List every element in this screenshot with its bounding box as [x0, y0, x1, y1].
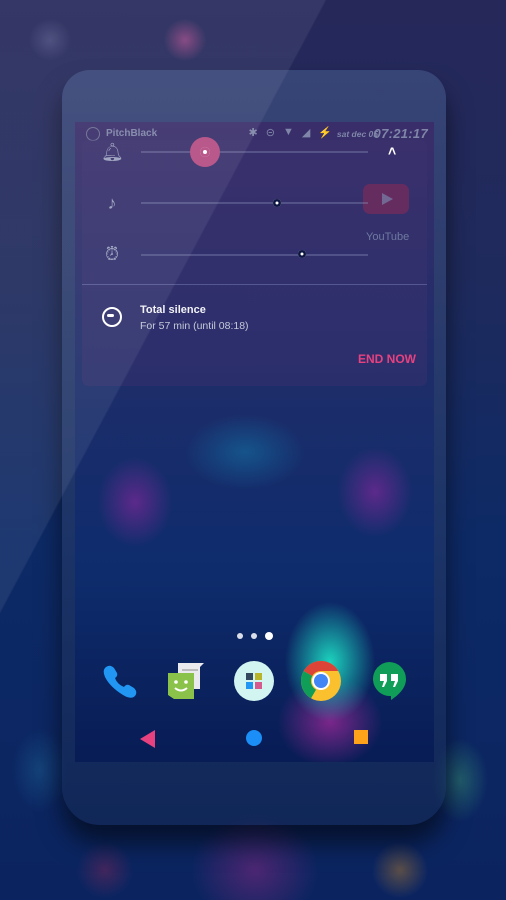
battery-charging-icon: ⚡: [318, 127, 332, 139]
page-indicator: [237, 632, 273, 640]
dnd-title: Total silence: [140, 304, 206, 316]
alarm-clock-icon: ⏰︎: [104, 244, 120, 264]
youtube-label: YouTube: [366, 231, 410, 243]
phone-icon[interactable]: [100, 661, 140, 701]
recents-button[interactable]: [354, 730, 368, 744]
ringer-slider-thumb[interactable]: [199, 147, 210, 157]
dnd-subtitle: For 57 min (until 08:18): [140, 320, 249, 332]
home-button[interactable]: [246, 730, 262, 746]
page-dot-current: [265, 632, 273, 640]
ringer-volume-slider[interactable]: [141, 151, 368, 153]
volume-panel: [82, 140, 427, 386]
alarm-volume-slider[interactable]: [141, 254, 368, 256]
do-not-disturb-icon: ⊝: [265, 127, 275, 139]
no-signal-icon: ◢: [301, 127, 311, 139]
do-not-disturb-icon: [102, 307, 122, 327]
back-button[interactable]: [140, 730, 155, 748]
hangouts-icon[interactable]: [369, 661, 409, 701]
page-dot: [251, 633, 257, 639]
chrome-icon[interactable]: [301, 661, 341, 701]
media-volume-slider[interactable]: [141, 202, 368, 204]
bell-icon: 🔔︎: [101, 142, 124, 162]
status-time: 07:21:17: [373, 126, 428, 141]
end-now-button[interactable]: END NOW: [358, 352, 416, 366]
page-dot: [237, 633, 243, 639]
carrier-logo-icon: [86, 127, 100, 141]
wifi-icon: ▼: [282, 126, 294, 138]
panel-divider: [82, 284, 427, 285]
app-drawer-icon[interactable]: [234, 661, 274, 701]
youtube-icon: [363, 184, 409, 214]
status-date: sat dec 05: [336, 129, 378, 139]
carrier-label: PitchBlack: [106, 128, 158, 139]
chevron-up-icon[interactable]: ˄: [388, 143, 396, 159]
bluetooth-icon: ✱: [248, 127, 258, 139]
music-note-icon: ♪: [107, 193, 117, 213]
messenger-icon[interactable]: [166, 661, 206, 701]
